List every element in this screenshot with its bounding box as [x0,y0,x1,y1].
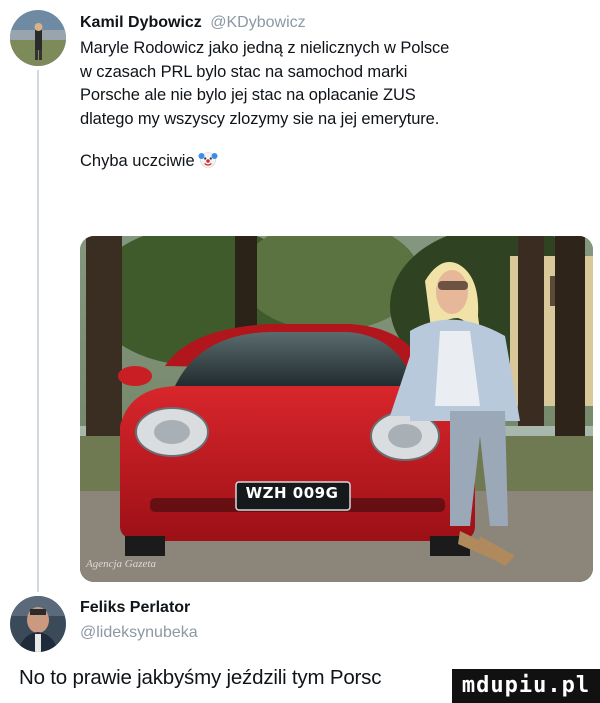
tweet-header: Kamil Dybowicz @KDybowicz [80,12,590,34]
reply-author-name[interactable]: Feliks Perlator [80,599,190,617]
license-plate-text: WZH 009G [245,484,339,502]
reply-author-handle[interactable]: @lideksynubeka [80,624,198,642]
avatar-feliks[interactable] [10,596,66,652]
tweet-main: Kamil Dybowicz @KDybowicz Maryle Rodowic… [80,12,590,176]
tweet-photo[interactable] [80,236,593,582]
tweet-follow-line: Chyba uczciwie [80,149,590,176]
tweet-author-name[interactable]: Kamil Dybowicz [80,14,202,31]
reply-body: No to prawie jakbyśmy jeździli tym Porsc [19,666,382,689]
photo-watermark: Agencja Gazeta [86,558,156,570]
thread-connector-line [37,70,39,592]
clown-face-icon [198,149,218,176]
site-logo: mdupiu.pl [452,669,600,703]
tweet-body: Maryle Rodowicz jako jedną z nielicznych… [80,39,450,128]
site-logo-text: mdupiu.pl [461,673,591,698]
tweet-author-handle[interactable]: @KDybowicz [210,14,305,31]
avatar-kamil[interactable] [10,10,66,66]
tweet-follow-text: Chyba uczciwie [80,152,195,170]
